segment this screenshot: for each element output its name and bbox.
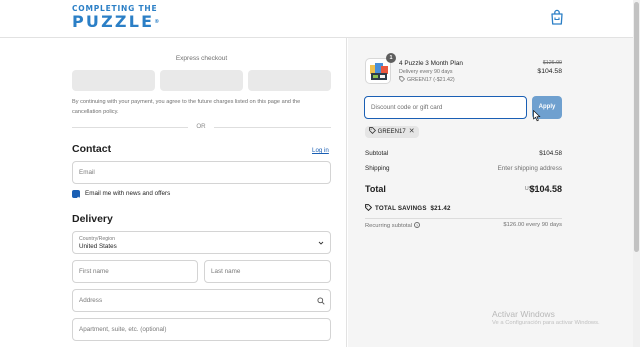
email-placeholder: Email <box>79 169 95 176</box>
header: COMPLETING THE PUZZLE® <box>0 0 640 38</box>
checkmark-icon <box>73 196 79 202</box>
savings-value: $21.42 <box>430 205 451 212</box>
savings-label: TOTAL SAVINGS <box>375 205 427 212</box>
apartment-field[interactable]: Apartment, suite, etc. (optional) <box>72 318 331 341</box>
subtotal-value: $104.58 <box>539 150 562 157</box>
email-field[interactable]: Email <box>72 161 331 184</box>
shipping-label: Shipping <box>365 165 390 172</box>
checkout-form: Express checkout By continuing with your… <box>0 38 347 347</box>
brand-logo[interactable]: COMPLETING THE PUZZLE® <box>72 4 172 30</box>
info-icon[interactable]: ? <box>414 222 421 228</box>
last-name-field[interactable]: Last name <box>204 260 331 283</box>
summary-divider <box>365 218 562 219</box>
windows-activation-subtitle: Ve a Configuración para activar Windows. <box>492 320 600 326</box>
first-name-placeholder: First name <box>79 268 109 275</box>
tag-icon <box>369 127 376 134</box>
product-name: 4 Puzzle 3 Month Plan <box>399 60 463 67</box>
product-discount-text: GREEN17 (-$21.42) <box>407 77 455 83</box>
apartment-placeholder: Apartment, suite, etc. (optional) <box>79 326 167 333</box>
total-savings: TOTAL SAVINGS $21.42 <box>365 204 451 212</box>
total-value: $104.58 <box>529 184 562 194</box>
recurring-subtotal: Recurring subtotal? <box>365 222 421 229</box>
price-original: $126.00 <box>542 60 562 66</box>
subtotal-label: Subtotal <box>365 150 389 157</box>
checkout-page: COMPLETING THE PUZZLE® Express checkout … <box>0 0 640 347</box>
or-divider-left <box>72 127 188 128</box>
news-checkbox-label: Email me with news and offers <box>85 190 171 197</box>
search-icon <box>317 297 325 305</box>
close-icon[interactable]: ✕ <box>409 126 415 138</box>
recurring-label: Recurring subtotal <box>365 223 413 229</box>
recurring-value: $126.00 every 90 days <box>503 222 562 228</box>
address-field[interactable]: Address <box>72 289 331 312</box>
tag-icon <box>399 76 405 82</box>
country-value: United States <box>79 243 117 250</box>
or-divider-text: OR <box>196 123 206 130</box>
chevron-down-icon <box>318 241 324 245</box>
applied-discount-chip: GREEN17 ✕ <box>365 126 419 138</box>
express-pay-button-3[interactable] <box>248 70 331 91</box>
logo-word: PUZZLE <box>72 12 155 31</box>
applied-discount-code: GREEN17 <box>377 129 406 135</box>
page-scrollbar-thumb[interactable] <box>634 2 639 252</box>
quantity-badge: 1 <box>386 53 396 63</box>
mouse-cursor-icon <box>533 110 541 122</box>
express-pay-button-1[interactable] <box>72 70 155 91</box>
legal-notice: By continuing with your payment, you agr… <box>72 99 301 115</box>
logo-registered-mark: ® <box>154 19 160 25</box>
logo-bottom-text: PUZZLE® <box>72 14 172 30</box>
country-label: Country/Region <box>79 236 116 242</box>
windows-activation-title: Activar Windows <box>492 309 555 319</box>
product-discount: GREEN17 (-$21.42) <box>399 76 455 83</box>
contact-heading: Contact <box>72 143 112 155</box>
or-divider-right <box>214 127 331 128</box>
price-current: $104.58 <box>537 68 562 75</box>
last-name-placeholder: Last name <box>211 268 241 275</box>
address-placeholder: Address <box>79 297 103 304</box>
tag-icon <box>365 204 373 212</box>
first-name-field[interactable]: First name <box>72 260 198 283</box>
order-summary: 1 4 Puzzle 3 Month Plan Delivery every 9… <box>348 38 640 347</box>
express-pay-button-2[interactable] <box>160 70 243 91</box>
login-link[interactable]: Log in <box>312 147 329 154</box>
total-label: Total <box>365 184 386 194</box>
discount-placeholder: Discount code or gift card <box>371 104 443 111</box>
discount-code-input[interactable]: Discount code or gift card <box>364 96 527 119</box>
shipping-value: Enter shipping address <box>497 165 562 172</box>
shopping-bag-icon[interactable] <box>550 9 564 25</box>
delivery-heading: Delivery <box>72 213 113 225</box>
express-checkout-title: Express checkout <box>175 55 228 62</box>
news-checkbox[interactable] <box>72 190 80 202</box>
country-select[interactable]: Country/Region United States <box>72 231 331 254</box>
product-frequency: Delivery every 90 days <box>399 69 453 75</box>
